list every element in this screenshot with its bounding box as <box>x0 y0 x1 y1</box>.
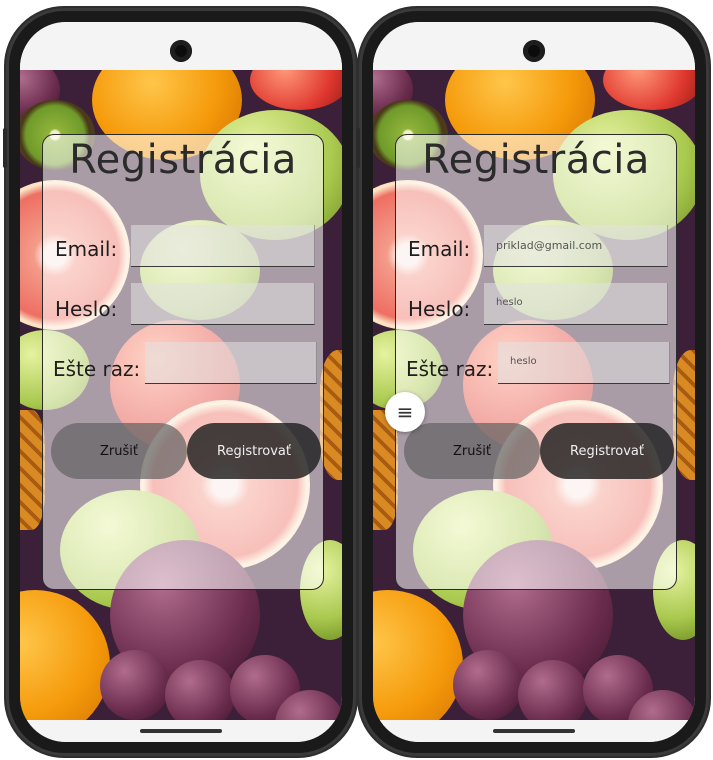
home-indicator[interactable] <box>493 729 575 733</box>
status-bar <box>20 22 342 70</box>
page-title: Registrácia <box>422 137 650 183</box>
password-label: Heslo: <box>55 297 118 321</box>
volume-button <box>3 128 7 168</box>
fruit-image <box>373 590 463 720</box>
password-field[interactable]: heslo <box>484 283 668 325</box>
cancel-button[interactable]: Zrušiť <box>404 423 540 479</box>
password-field[interactable] <box>131 283 315 325</box>
home-indicator[interactable] <box>140 729 222 733</box>
fruit-image <box>100 650 170 720</box>
repeat-password-field[interactable]: heslo <box>498 342 670 384</box>
front-camera <box>170 40 192 62</box>
menu-icon[interactable]: ≡ <box>385 392 425 432</box>
volume-button <box>356 128 360 168</box>
password-label: Heslo: <box>408 297 471 321</box>
status-bar <box>373 22 695 70</box>
register-button[interactable]: Registrovať <box>540 423 674 479</box>
fruit-image <box>20 590 110 720</box>
navigation-bar <box>20 720 342 742</box>
email-label: Email: <box>408 237 471 261</box>
repeat-password-field[interactable] <box>145 342 317 384</box>
email-label: Email: <box>55 237 118 261</box>
register-button[interactable]: Registrovať <box>187 423 321 479</box>
page-title: Registrácia <box>69 137 297 183</box>
fruit-image <box>603 70 695 110</box>
cancel-button[interactable]: Zrušiť <box>51 423 187 479</box>
fruit-image <box>250 70 342 110</box>
navigation-bar <box>373 720 695 742</box>
repeat-password-label: Ešte raz: <box>53 357 141 381</box>
email-field[interactable]: priklad@gmail.com <box>484 225 668 267</box>
email-field[interactable] <box>131 225 315 267</box>
registration-card: Registrácia Email: Heslo: Ešte raz: Zruš… <box>42 134 324 590</box>
phone-screen: Registrácia Email: priklad@gmail.com Hes… <box>373 22 695 742</box>
phone-frame-right: Registrácia Email: priklad@gmail.com Hes… <box>356 8 709 756</box>
phone-frame-left: Registrácia Email: Heslo: Ešte raz: Zruš… <box>3 8 356 756</box>
fruit-image <box>453 650 523 720</box>
repeat-password-label: Ešte raz: <box>406 357 494 381</box>
front-camera <box>523 40 545 62</box>
phone-screen: Registrácia Email: Heslo: Ešte raz: Zruš… <box>20 22 342 742</box>
registration-card: Registrácia Email: priklad@gmail.com Hes… <box>395 134 677 590</box>
